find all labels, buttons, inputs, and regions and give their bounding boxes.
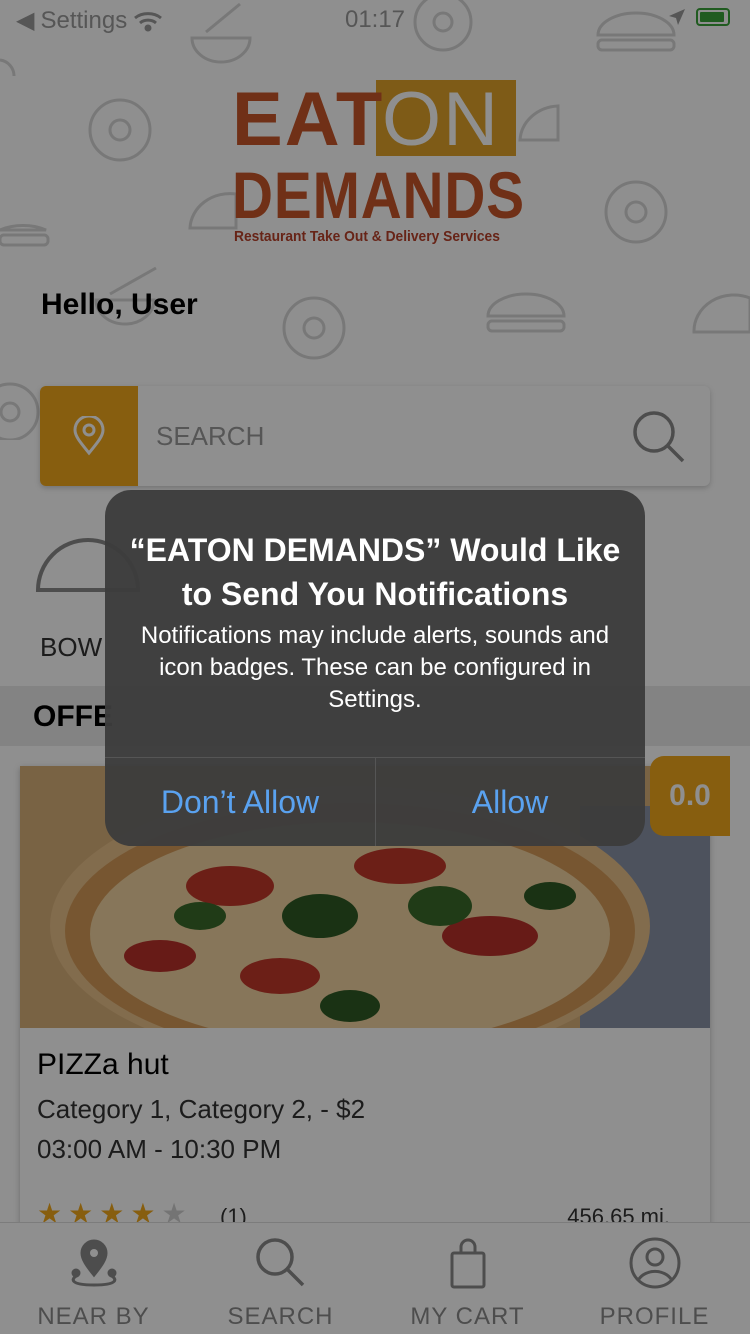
alert-message: Notifications may include alerts, sounds…	[140, 622, 610, 713]
alert-title: “EATON DEMANDS” Would Like to Send You N…	[129, 532, 621, 612]
dont-allow-button[interactable]: Don’t Allow	[105, 758, 375, 846]
allow-button[interactable]: Allow	[375, 758, 645, 846]
notification-permission-alert: “EATON DEMANDS” Would Like to Send You N…	[105, 490, 645, 846]
